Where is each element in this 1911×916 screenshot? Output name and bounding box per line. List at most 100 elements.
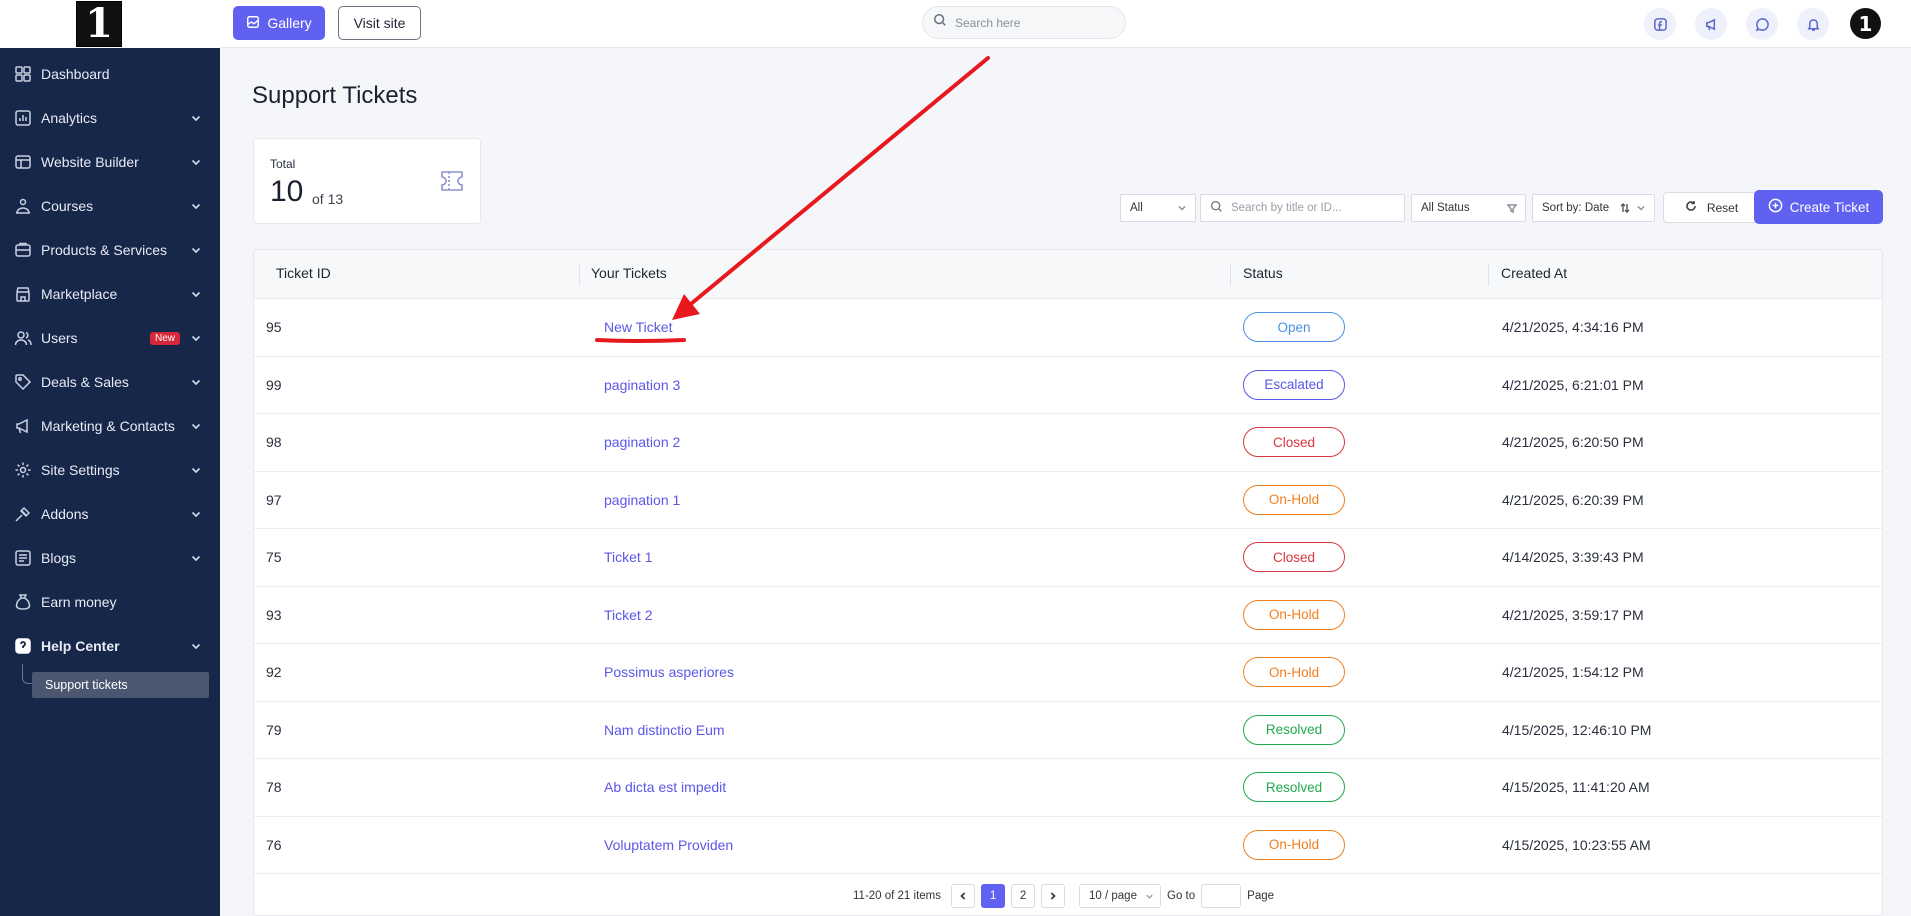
page-1-button[interactable]: 1 <box>981 884 1006 908</box>
sidebar-item-dashboard[interactable]: Dashboard <box>0 52 220 96</box>
ticket-id: 98 <box>266 434 282 450</box>
page-title: Support Tickets <box>252 82 418 109</box>
page-2-button[interactable]: 2 <box>1011 884 1036 908</box>
created-at: 4/15/2025, 10:23:55 AM <box>1502 836 1651 853</box>
table-row[interactable]: 92 Possimus asperiores On-Hold 4/21/2025, 1… <box>254 644 1882 702</box>
sidebar-item-users[interactable]: Users New <box>0 316 220 360</box>
refresh-icon <box>1685 200 1697 215</box>
table-row[interactable]: 98 pagination 2 Closed 4/21/2025, 6:20:50 P… <box>254 414 1882 472</box>
chevron-down-icon <box>190 639 204 653</box>
gallery-button[interactable]: Gallery <box>233 6 325 40</box>
sidebar-item-site-settings[interactable]: Site Settings <box>0 448 220 492</box>
ticket-title-link[interactable]: Ticket 1 <box>604 549 653 565</box>
page-size-value: 10 / page <box>1089 890 1137 902</box>
ticket-title-link[interactable]: pagination 2 <box>604 434 680 450</box>
table-row[interactable]: 99 pagination 3 Escalated 4/21/2025, 6:21:0… <box>254 357 1882 414</box>
chevron-down-icon <box>190 111 204 125</box>
sidebar-item-label: Earn money <box>41 594 117 610</box>
megaphone-icon[interactable] <box>1695 8 1727 40</box>
sidebar-item-earn-money[interactable]: Earn money <box>0 580 220 624</box>
chevron-down-icon <box>190 243 204 257</box>
chevron-down-icon <box>190 551 204 565</box>
total-label: Total <box>270 157 296 171</box>
status-select[interactable]: All Status <box>1411 194 1526 222</box>
goto-page-input[interactable] <box>1201 884 1242 908</box>
chevron-down-icon <box>190 507 204 521</box>
next-page-button[interactable] <box>1041 884 1066 908</box>
sidebar-item-label: Help Center <box>41 638 120 654</box>
created-at: 4/21/2025, 6:20:50 PM <box>1502 434 1644 450</box>
created-at: 4/21/2025, 4:34:16 PM <box>1502 319 1644 335</box>
ticket-title-link[interactable]: pagination 1 <box>604 492 680 508</box>
table-row[interactable]: 79 Nam distinctio Eum Resolved 4/15/2025, 1… <box>254 702 1882 759</box>
reset-label: Reset <box>1706 200 1739 215</box>
search-icon <box>1210 200 1223 216</box>
facebook-icon[interactable] <box>1644 8 1676 40</box>
ticket-title-link[interactable]: pagination 3 <box>604 377 680 393</box>
status-badge: Resolved <box>1243 714 1345 745</box>
sidebar-item-label: Marketplace <box>41 286 118 302</box>
search-input[interactable] <box>955 15 1105 30</box>
status-badge: Open <box>1243 312 1345 342</box>
table-row[interactable]: 93 Ticket 2 On-Hold 4/21/2025, 3:59:17 PM <box>254 587 1882 644</box>
sidebar-item-label: Site Settings <box>41 462 120 478</box>
sidebar-item-label: Website Builder <box>41 154 139 170</box>
ticket-title-link[interactable]: Ticket 2 <box>604 607 653 623</box>
sidebar-item-addons[interactable]: Addons <box>0 492 220 536</box>
sidebar-item-label: Analytics <box>41 110 98 126</box>
sidebar-item-blogs[interactable]: Blogs <box>0 536 220 580</box>
bell-icon[interactable] <box>1797 8 1829 40</box>
table-row[interactable]: 78 Ab dicta est impedit Resolved 4/15/2025,… <box>254 759 1882 817</box>
sidebar-item-help-center[interactable]: Help Center <box>0 624 220 668</box>
ticket-title-link[interactable]: Voluptatem Providen <box>604 837 733 853</box>
sidebar-item-products-and-services[interactable]: Products & Services <box>0 228 220 272</box>
page-label: Page <box>1247 890 1275 902</box>
create-ticket-button[interactable]: Create Ticket <box>1754 190 1883 224</box>
sidebar-item-website-builder[interactable]: Website Builder <box>0 140 220 184</box>
sidebar-item-marketplace[interactable]: Marketplace <box>0 272 220 316</box>
table-row[interactable]: 76 Voluptatem Providen On-Hold 4/15/2025, 1… <box>254 817 1882 874</box>
ticket-title-link[interactable]: Nam distinctio Eum <box>604 722 725 738</box>
type-select[interactable]: All <box>1120 194 1196 222</box>
sort-select[interactable]: Sort by: Date <box>1532 194 1655 222</box>
sidebar-item-label: Deals & Sales <box>41 374 129 390</box>
sidebar-item-marketing-and-contacts[interactable]: Marketing & Contacts <box>0 404 220 448</box>
website-builder-icon <box>13 152 33 172</box>
logo[interactable]: 1 <box>76 1 122 47</box>
status-badge: On-Hold <box>1243 657 1345 687</box>
table-header: Ticket ID Your Tickets Status Created At <box>254 250 1882 299</box>
marketplace-icon <box>13 284 33 304</box>
chevron-down-icon <box>190 287 204 301</box>
sidebar-subitem-support-tickets[interactable]: Support tickets <box>32 672 209 698</box>
page-size-select[interactable]: 10 / page <box>1079 884 1162 908</box>
chat-icon[interactable] <box>1746 8 1778 40</box>
visit-site-button[interactable]: Visit site <box>338 6 421 40</box>
ticket-title-link[interactable]: New Ticket <box>604 319 672 335</box>
status-badge: Closed <box>1243 427 1345 457</box>
ticket-title-link[interactable]: Possimus asperiores <box>604 664 734 680</box>
help-icon <box>13 636 33 656</box>
table-row[interactable]: 75 Ticket 1 Closed 4/14/2025, 3:39:43 PM <box>254 529 1882 587</box>
total-of: of 13 <box>312 191 344 207</box>
ticket-search-input[interactable] <box>1231 202 1381 214</box>
sidebar-nav: Dashboard Analytics Website Builder Courses… <box>0 52 220 668</box>
sidebar-item-label: Users <box>41 330 78 346</box>
prev-page-button[interactable] <box>951 884 976 908</box>
table-row[interactable]: 95 New Ticket Open 4/21/2025, 4:34:16 PM <box>254 299 1882 357</box>
created-at: 4/21/2025, 3:59:17 PM <box>1502 606 1644 623</box>
courses-icon <box>13 196 33 216</box>
sidebar-item-courses[interactable]: Courses <box>0 184 220 228</box>
ticket-id: 75 <box>266 549 282 565</box>
avatar[interactable]: 1 <box>1850 8 1881 39</box>
sidebar-item-analytics[interactable]: Analytics <box>0 96 220 140</box>
ticket-title-link[interactable]: Ab dicta est impedit <box>604 779 726 795</box>
ticket-search <box>1200 194 1405 222</box>
table-row[interactable]: 97 pagination 1 On-Hold 4/21/2025, 6:20:39 … <box>254 472 1882 529</box>
created-at: 4/21/2025, 6:20:39 PM <box>1502 491 1644 508</box>
tag-icon <box>13 372 33 392</box>
sidebar-item-deals-and-sales[interactable]: Deals & Sales <box>0 360 220 404</box>
header-status: Status <box>1243 265 1283 281</box>
sidebar-item-label: Addons <box>41 506 89 522</box>
new-badge: New <box>149 331 180 345</box>
reset-button[interactable]: Reset <box>1663 192 1760 223</box>
